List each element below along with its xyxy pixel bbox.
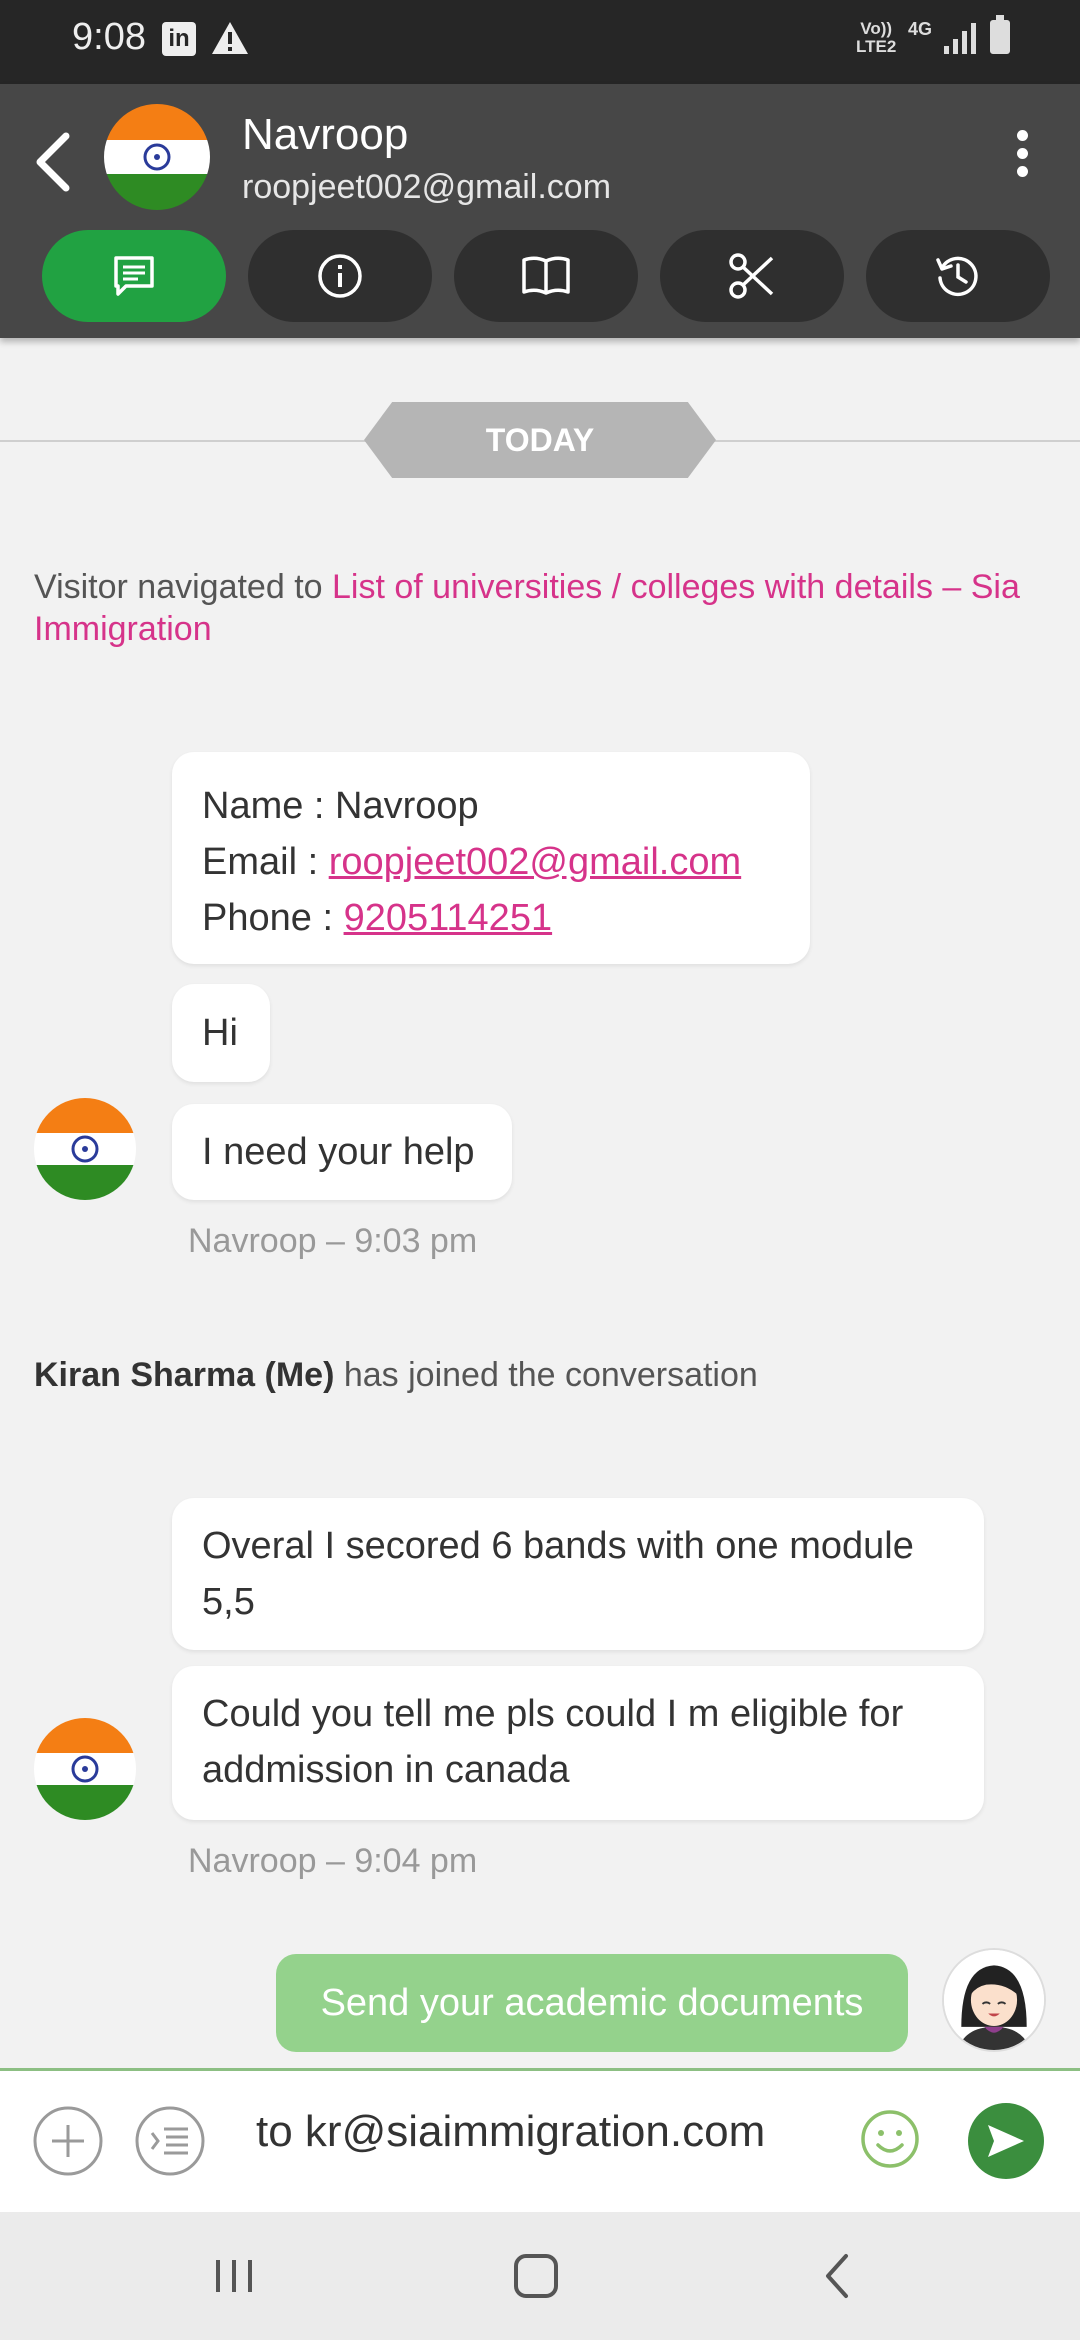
history-icon (936, 256, 978, 297)
send-button[interactable] (968, 2103, 1044, 2179)
status-bar: 9:08 in Vo)) LTE2 4G (0, 0, 1080, 84)
agent-message-bubble: Send your academic documents (276, 1954, 908, 2052)
volte-label: Vo)) (860, 19, 893, 38)
tab-scissors[interactable] (660, 230, 844, 322)
back-arrow-icon[interactable] (26, 122, 86, 202)
visitor-avatar (34, 1098, 136, 1200)
message-input[interactable]: to kr@siaimmigration.com (256, 2107, 765, 2157)
back-icon[interactable] (808, 2246, 868, 2306)
date-divider: TODAY (364, 402, 716, 478)
info-name-row: Name : Navroop (202, 778, 780, 834)
tab-history[interactable] (866, 230, 1050, 322)
info-phone-link[interactable]: 9205114251 (344, 897, 553, 939)
info-phone-row: Phone : 9205114251 (202, 890, 780, 946)
message-bubble: Hi (172, 984, 270, 1082)
lte-label: LTE2 (856, 37, 897, 56)
message-meta: Navroop – 9:04 pm (188, 1842, 478, 1880)
contact-name: Navroop (242, 110, 409, 159)
volte-indicator: Vo)) LTE2 (856, 20, 896, 56)
visitor-avatar (34, 1718, 136, 1820)
visitor-info-card: Name : Navroop Email : roopjeet002@gmail… (172, 752, 810, 964)
signal-icon (944, 23, 976, 54)
contact-email: roopjeet002@gmail.com (242, 168, 612, 206)
info-icon (318, 254, 362, 298)
book-icon (522, 256, 570, 295)
send-icon (988, 2125, 1024, 2157)
recent-apps-icon[interactable] (204, 2246, 264, 2306)
info-email-link[interactable]: roopjeet002@gmail.com (329, 841, 741, 883)
message-bubble: Could you tell me pls could I m eligible… (172, 1666, 984, 1820)
home-icon[interactable] (506, 2246, 566, 2306)
agent-avatar (942, 1948, 1046, 2052)
canned-responses-icon[interactable] (134, 2105, 206, 2177)
join-notice: Kiran Sharma (Me) has joined the convers… (34, 1356, 758, 1395)
visitor-nav-prefix: Visitor navigated to (34, 568, 332, 606)
info-name-value: Navroop (335, 785, 479, 827)
warning-icon (212, 22, 248, 54)
chat-icon (114, 256, 154, 296)
info-email-row: Email : roopjeet002@gmail.com (202, 834, 780, 890)
info-email-label: Email : (202, 841, 329, 883)
join-agent-name: Kiran Sharma (Me) (34, 1356, 335, 1394)
tab-chat[interactable] (42, 230, 226, 322)
add-attachment-icon[interactable] (32, 2105, 104, 2177)
chat-header: Navroop roopjeet002@gmail.com (0, 84, 1080, 338)
battery-icon (990, 15, 1010, 54)
info-phone-label: Phone : (202, 897, 344, 939)
scissors-icon (729, 253, 774, 299)
linkedin-icon: in (162, 22, 196, 56)
info-name-label: Name : (202, 785, 336, 827)
avatar[interactable] (104, 104, 210, 210)
message-meta: Navroop – 9:03 pm (188, 1222, 478, 1260)
status-time: 9:08 (72, 16, 146, 58)
tab-book[interactable] (454, 230, 638, 322)
visitor-navigation-note: Visitor navigated to List of universitie… (34, 566, 1054, 650)
action-tabs (42, 230, 1052, 322)
message-bubble: Overal I secored 6 bands with one module… (172, 1498, 984, 1650)
message-bubble: I need your help (172, 1104, 512, 1200)
message-composer: to kr@siaimmigration.com (0, 2068, 1080, 2212)
system-navigation-bar (0, 2212, 1080, 2340)
tab-info[interactable] (248, 230, 432, 322)
join-text: has joined the conversation (334, 1356, 758, 1394)
emoji-icon[interactable] (858, 2107, 922, 2171)
more-options-icon[interactable] (1004, 130, 1040, 186)
network-type: 4G (908, 19, 933, 39)
